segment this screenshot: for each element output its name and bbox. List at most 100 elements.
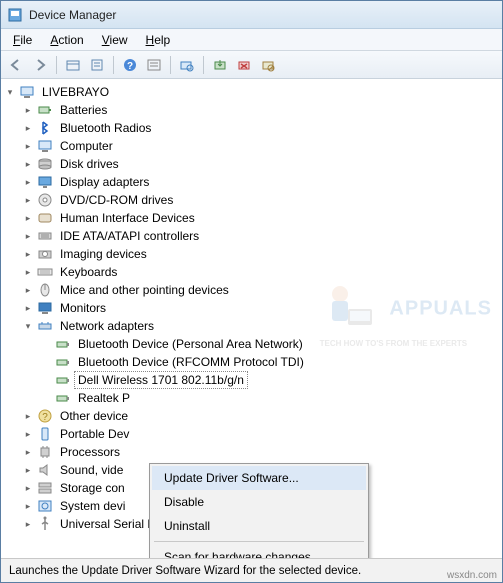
tree-category-node[interactable]: ▸ Human Interface Devices bbox=[21, 209, 500, 227]
expand-arrow-icon[interactable]: ▸ bbox=[23, 465, 33, 475]
back-button[interactable] bbox=[5, 54, 27, 76]
tree-category-node[interactable]: ▸ IDE ATA/ATAPI controllers bbox=[21, 227, 500, 245]
show-hidden-icon bbox=[66, 58, 80, 72]
tree-category-label: Computer bbox=[57, 138, 116, 154]
tree-device-node[interactable]: Realtek P bbox=[39, 389, 500, 407]
forward-button[interactable] bbox=[29, 54, 51, 76]
uninstall-button[interactable] bbox=[233, 54, 255, 76]
tree-category-label: Imaging devices bbox=[57, 246, 150, 262]
cm-update-driver[interactable]: Update Driver Software... bbox=[152, 466, 366, 490]
show-hidden-button[interactable] bbox=[62, 54, 84, 76]
disable-button[interactable] bbox=[257, 54, 279, 76]
expand-arrow-icon[interactable]: ▸ bbox=[23, 213, 33, 223]
tree-category-node[interactable]: ▸ Portable Dev bbox=[21, 425, 500, 443]
svg-text:?: ? bbox=[42, 412, 48, 423]
expand-arrow-icon[interactable]: ▸ bbox=[23, 105, 33, 115]
titlebar[interactable]: Device Manager bbox=[1, 1, 502, 29]
tree-category-node[interactable]: ▾ Network adapters bbox=[21, 317, 500, 335]
leaf-spacer bbox=[41, 357, 51, 367]
display-icon bbox=[37, 174, 53, 190]
tree-category-node[interactable]: ▸ Display adapters bbox=[21, 173, 500, 191]
tree-category-node[interactable]: ▸ Monitors bbox=[21, 299, 500, 317]
tree-category-node[interactable]: ▸ Disk drives bbox=[21, 155, 500, 173]
expand-arrow-icon[interactable]: ▸ bbox=[23, 447, 33, 457]
optical-icon bbox=[37, 192, 53, 208]
expand-arrow-icon[interactable]: ▸ bbox=[23, 411, 33, 421]
details-button[interactable] bbox=[143, 54, 165, 76]
tree-category-node[interactable]: ▸ Computer bbox=[21, 137, 500, 155]
tree-category-label: Display adapters bbox=[57, 174, 152, 190]
computer-icon bbox=[19, 84, 35, 100]
mouse-icon bbox=[37, 282, 53, 298]
tree-category-label: DVD/CD-ROM drives bbox=[57, 192, 176, 208]
computer-icon bbox=[37, 138, 53, 154]
tree-category-node[interactable]: ▸ Batteries bbox=[21, 101, 500, 119]
expand-arrow-icon[interactable]: ▸ bbox=[23, 429, 33, 439]
expand-arrow-icon[interactable]: ▸ bbox=[23, 195, 33, 205]
tree-category-node[interactable]: ▸ Processors bbox=[21, 443, 500, 461]
expand-arrow-icon[interactable]: ▸ bbox=[23, 123, 33, 133]
expand-arrow-icon[interactable]: ▾ bbox=[23, 321, 33, 331]
cm-scan-hardware[interactable]: Scan for hardware changes bbox=[152, 545, 366, 558]
cpu-icon bbox=[37, 444, 53, 460]
expand-arrow-icon[interactable]: ▸ bbox=[23, 303, 33, 313]
camera-icon bbox=[37, 246, 53, 262]
cm-uninstall[interactable]: Uninstall bbox=[152, 514, 366, 538]
properties-button[interactable] bbox=[86, 54, 108, 76]
portable-icon bbox=[37, 426, 53, 442]
tree-category-label: Mice and other pointing devices bbox=[57, 282, 232, 298]
leaf-spacer bbox=[41, 393, 51, 403]
tree-category-node[interactable]: ▸ DVD/CD-ROM drives bbox=[21, 191, 500, 209]
menu-view-label: iew bbox=[110, 33, 128, 47]
cm-disable[interactable]: Disable bbox=[152, 490, 366, 514]
back-arrow-icon bbox=[9, 58, 23, 72]
tree-category-node[interactable]: ▸ Keyboards bbox=[21, 263, 500, 281]
expand-arrow-icon[interactable]: ▸ bbox=[23, 519, 33, 529]
unknown-icon: ? bbox=[37, 408, 53, 424]
tree-device-label: Bluetooth Device (Personal Area Network) bbox=[75, 336, 306, 352]
expand-arrow-icon[interactable]: ▸ bbox=[23, 285, 33, 295]
netcard-icon bbox=[55, 390, 71, 406]
ide-icon bbox=[37, 228, 53, 244]
menu-view[interactable]: View bbox=[94, 31, 136, 49]
expand-arrow-icon[interactable]: ▸ bbox=[23, 483, 33, 493]
expand-arrow-icon[interactable]: ▸ bbox=[23, 159, 33, 169]
network-icon bbox=[37, 318, 53, 334]
collapse-arrow-icon[interactable]: ▾ bbox=[5, 87, 15, 97]
disk-icon bbox=[37, 156, 53, 172]
menu-help[interactable]: Help bbox=[138, 31, 179, 49]
expand-arrow-icon[interactable]: ▸ bbox=[23, 231, 33, 241]
tree-category-node[interactable]: ▸ Bluetooth Radios bbox=[21, 119, 500, 137]
menu-action[interactable]: Action bbox=[42, 31, 91, 49]
tree-category-label: Storage con bbox=[57, 480, 128, 496]
sound-icon bbox=[37, 462, 53, 478]
help-button[interactable]: ? bbox=[119, 54, 141, 76]
tree-category-node[interactable]: ▸ Mice and other pointing devices bbox=[21, 281, 500, 299]
menu-action-label: ction bbox=[58, 33, 83, 47]
tree-root-node[interactable]: ▾ LIVEBRAYO bbox=[3, 83, 500, 101]
tree-device-label: Realtek P bbox=[75, 390, 133, 406]
tree-device-node[interactable]: Bluetooth Device (Personal Area Network) bbox=[39, 335, 500, 353]
expand-arrow-icon[interactable]: ▸ bbox=[23, 501, 33, 511]
window-title: Device Manager bbox=[29, 8, 116, 22]
netcard-icon bbox=[55, 336, 71, 352]
tree-category-node[interactable]: ▸ Imaging devices bbox=[21, 245, 500, 263]
app-icon bbox=[7, 7, 23, 23]
expand-arrow-icon[interactable]: ▸ bbox=[23, 177, 33, 187]
disable-icon bbox=[261, 58, 275, 72]
expand-arrow-icon[interactable]: ▸ bbox=[23, 249, 33, 259]
tree-device-node[interactable]: Dell Wireless 1701 802.11b/g/n bbox=[39, 371, 500, 389]
storage-icon bbox=[37, 480, 53, 496]
tree-device-node[interactable]: Bluetooth Device (RFCOMM Protocol TDI) bbox=[39, 353, 500, 371]
update-driver-button[interactable] bbox=[209, 54, 231, 76]
forward-arrow-icon bbox=[33, 58, 47, 72]
device-tree-area[interactable]: APPUALS TECH HOW TO'S FROM THE EXPERTS ▾… bbox=[1, 79, 502, 558]
battery-icon bbox=[37, 102, 53, 118]
help-icon: ? bbox=[123, 58, 137, 72]
tree-category-node[interactable]: ▸ ? Other device bbox=[21, 407, 500, 425]
expand-arrow-icon[interactable]: ▸ bbox=[23, 141, 33, 151]
scan-hardware-button[interactable] bbox=[176, 54, 198, 76]
menu-file[interactable]: File bbox=[5, 31, 40, 49]
details-icon bbox=[147, 58, 161, 72]
expand-arrow-icon[interactable]: ▸ bbox=[23, 267, 33, 277]
